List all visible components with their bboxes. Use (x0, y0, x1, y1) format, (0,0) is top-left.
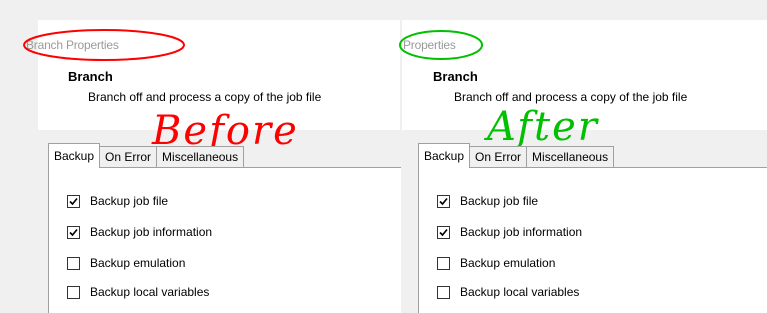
checkbox[interactable] (67, 194, 80, 208)
checkbox[interactable] (437, 194, 450, 208)
item-description: Branch off and process a copy of the job… (454, 90, 688, 104)
backup-job-file-option[interactable]: Backup job file (67, 194, 168, 208)
checkbox-label: Backup local variables (460, 285, 580, 299)
tab-strip: Backup On Error Miscellaneous (418, 143, 615, 168)
properties-header: Properties Branch Branch off and process… (402, 20, 767, 130)
check-mark-icon (439, 228, 448, 236)
backup-job-information-option[interactable]: Backup job information (437, 225, 582, 239)
checkbox-label: Backup job information (90, 225, 213, 239)
backup-job-information-option[interactable]: Backup job information (67, 225, 212, 239)
backup-emulation-option[interactable]: Backup emulation (437, 256, 555, 270)
backup-tab-content: Backup job file Backup job information B… (48, 167, 401, 313)
check-mark-icon (69, 228, 78, 236)
tab-backup[interactable]: Backup (48, 143, 101, 168)
checkbox-label: Backup job information (460, 225, 583, 239)
tab-on-error[interactable]: On Error (469, 146, 528, 168)
checkbox-label: Backup emulation (90, 256, 186, 270)
check-mark-icon (439, 197, 448, 205)
backup-emulation-option[interactable]: Backup emulation (67, 256, 185, 270)
item-title: Branch (68, 69, 113, 84)
checkbox-label: Backup emulation (460, 256, 556, 270)
tab-miscellaneous[interactable]: Miscellaneous (526, 146, 615, 168)
tab-backup[interactable]: Backup (418, 143, 471, 168)
group-title: Properties (403, 38, 456, 52)
checkbox-label: Backup job file (90, 194, 169, 208)
backup-job-file-option[interactable]: Backup job file (437, 194, 538, 208)
checkbox[interactable] (67, 285, 80, 299)
item-title: Branch (433, 69, 478, 84)
before-panel: Branch Properties Branch Branch off and … (0, 0, 401, 313)
tab-miscellaneous[interactable]: Miscellaneous (156, 146, 245, 168)
backup-tab-content: Backup job file Backup job information B… (418, 167, 767, 313)
checkbox[interactable] (67, 256, 80, 270)
checkbox[interactable] (437, 285, 450, 299)
checkbox[interactable] (67, 225, 80, 239)
checkbox[interactable] (437, 225, 450, 239)
tab-on-error[interactable]: On Error (99, 146, 158, 168)
item-description: Branch off and process a copy of the job… (88, 90, 322, 104)
group-title: Branch Properties (26, 38, 119, 52)
backup-local-variables-option[interactable]: Backup local variables (437, 285, 579, 299)
checkbox-label: Backup job file (460, 194, 539, 208)
check-mark-icon (69, 197, 78, 205)
checkbox-label: Backup local variables (90, 285, 210, 299)
checkbox[interactable] (437, 256, 450, 270)
after-panel: Properties Branch Branch off and process… (399, 0, 767, 313)
backup-local-variables-option[interactable]: Backup local variables (67, 285, 209, 299)
tab-strip: Backup On Error Miscellaneous (48, 143, 245, 168)
properties-header: Branch Properties Branch Branch off and … (26, 20, 400, 130)
